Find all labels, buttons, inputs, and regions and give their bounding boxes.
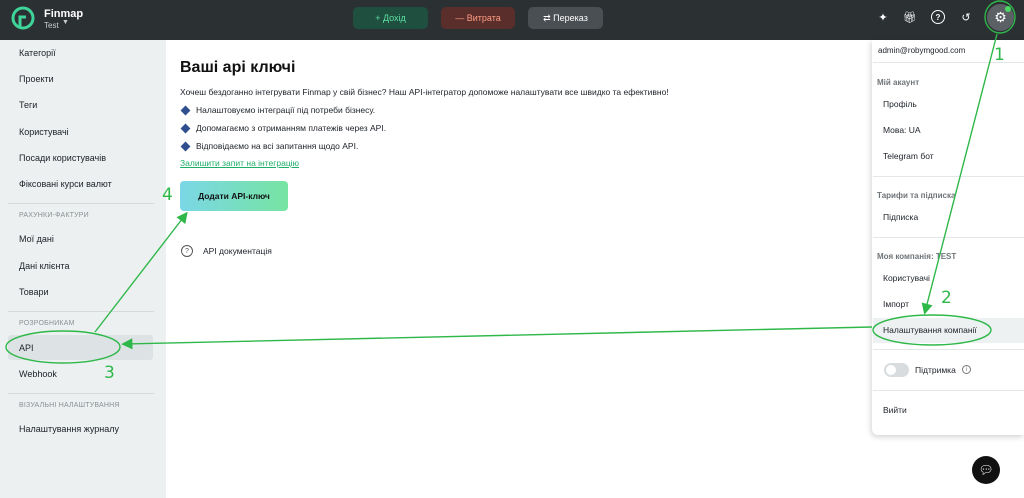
menu-divider — [873, 176, 1024, 177]
menu-divider — [873, 237, 1024, 238]
toggle-knob — [886, 365, 896, 375]
sidebar-item-categories[interactable]: Категорії — [19, 48, 56, 58]
sidebar-divider — [8, 311, 154, 312]
menu-item-subscription[interactable]: Підписка — [883, 212, 918, 222]
sidebar-divider — [8, 203, 154, 204]
sidebar-item-journal-settings[interactable]: Налаштування журналу — [19, 424, 119, 434]
sidebar-item-api[interactable]: API — [19, 343, 34, 353]
menu-divider — [873, 390, 1024, 391]
sidebar-section-visual: ВІЗУАЛЬНІ НАЛАШТУВАННЯ — [19, 402, 120, 409]
intro-text: Хочеш бездоганно інтегрувати Finmap у св… — [180, 87, 669, 97]
list-item: Допомагаємо з отриманням платежів через … — [180, 123, 386, 133]
menu-section-company: Моя компанія: TEST — [877, 252, 957, 261]
sidebar-item-my-data[interactable]: Мої дані — [19, 234, 54, 244]
company-selector[interactable]: Test — [44, 21, 59, 30]
annotation-number-2: 2 — [941, 288, 952, 308]
user-email: admin@robymgood.com — [878, 46, 966, 55]
menu-section-plans: Тарифи та підписка — [877, 191, 956, 200]
support-label: Підтримка — [915, 365, 956, 375]
menu-item-telegram-bot[interactable]: Telegram бот — [883, 151, 934, 161]
sidebar-item-projects[interactable]: Проекти — [19, 74, 54, 84]
sidebar-item-users[interactable]: Користувачі — [19, 127, 69, 137]
sidebar-item-user-positions[interactable]: Посади користувачів — [19, 153, 106, 163]
magic-wand-icon[interactable]: ✦ — [876, 10, 890, 24]
api-docs-link[interactable]: ? API документація — [181, 245, 272, 257]
list-item: Налаштовуємо інтеграції під потреби бізн… — [180, 105, 375, 115]
bullet-text: Допомагаємо з отриманням платежів через … — [196, 123, 387, 133]
annotation-number-4: 4 — [162, 185, 173, 205]
menu-item-company-settings[interactable]: Налаштування компанії — [883, 325, 977, 335]
sidebar-section-developers: РОЗРОБНИКАМ — [19, 320, 75, 327]
sidebar-item-tags[interactable]: Теги — [19, 100, 37, 110]
sidebar-item-webhook[interactable]: Webhook — [19, 369, 57, 379]
sidebar-item-fixed-rates[interactable]: Фіксовані курси валют — [19, 179, 112, 189]
sidebar-divider — [8, 393, 154, 394]
chat-support-icon[interactable]: 💬︎ — [972, 456, 1000, 484]
menu-item-language[interactable]: Мова: UA — [883, 125, 921, 135]
menu-item-users[interactable]: Користувачі — [883, 273, 930, 283]
menu-item-import[interactable]: Імпорт — [883, 299, 909, 309]
help-circle-icon: ? — [181, 245, 193, 257]
add-expense-button[interactable]: — Витрата — [441, 7, 515, 29]
add-api-key-button[interactable]: Додати API-ключ — [180, 181, 288, 211]
top-bar: Finmap Test ▼ + Дохід — Витрата ⇄ Перека… — [0, 0, 1024, 40]
finmap-logo-icon[interactable] — [11, 6, 35, 30]
bullet-text: Відповідаємо на всі запитання щодо API. — [196, 141, 359, 151]
history-icon[interactable]: ↺ — [959, 10, 973, 24]
diamond-bullet-icon — [180, 141, 191, 151]
gift-icon[interactable]: 🎁︎ — [903, 10, 917, 24]
menu-item-logout[interactable]: Вийти — [883, 405, 907, 415]
diamond-bullet-icon — [180, 105, 191, 115]
sidebar-item-client-data[interactable]: Дані клієнта — [19, 261, 69, 271]
chevron-down-icon[interactable]: ▼ — [62, 19, 69, 26]
sidebar-item-products[interactable]: Товари — [19, 287, 49, 297]
menu-divider — [873, 349, 1024, 350]
integration-request-link[interactable]: Залишити запит на інтеграцію — [180, 158, 299, 168]
annotation-number-1: 1 — [994, 45, 1005, 65]
app-window: Finmap Test ▼ + Дохід — Витрата ⇄ Перека… — [0, 0, 1024, 498]
support-toggle[interactable] — [884, 363, 909, 377]
list-item: Відповідаємо на всі запитання щодо API. — [180, 141, 358, 151]
menu-section-account: Мій акаунт — [877, 78, 920, 87]
api-docs-label: API документація — [203, 246, 272, 256]
help-icon[interactable]: ? — [931, 10, 945, 24]
page-title: Ваші api ключі — [180, 59, 296, 76]
online-status-dot — [1005, 6, 1011, 12]
diamond-bullet-icon — [180, 123, 191, 133]
sidebar-section-invoices: РАХУНКИ-ФАКТУРИ — [19, 212, 89, 219]
add-income-button[interactable]: + Дохід — [353, 7, 428, 29]
annotation-arrow-2-to-3 — [121, 326, 873, 350]
bullet-text: Налаштовуємо інтеграції під потреби бізн… — [196, 105, 376, 115]
annotation-number-3: 3 — [104, 363, 115, 383]
add-transfer-button[interactable]: ⇄ Переказ — [528, 7, 603, 29]
info-icon[interactable]: i — [962, 365, 971, 374]
menu-item-profile[interactable]: Профіль — [883, 99, 917, 109]
